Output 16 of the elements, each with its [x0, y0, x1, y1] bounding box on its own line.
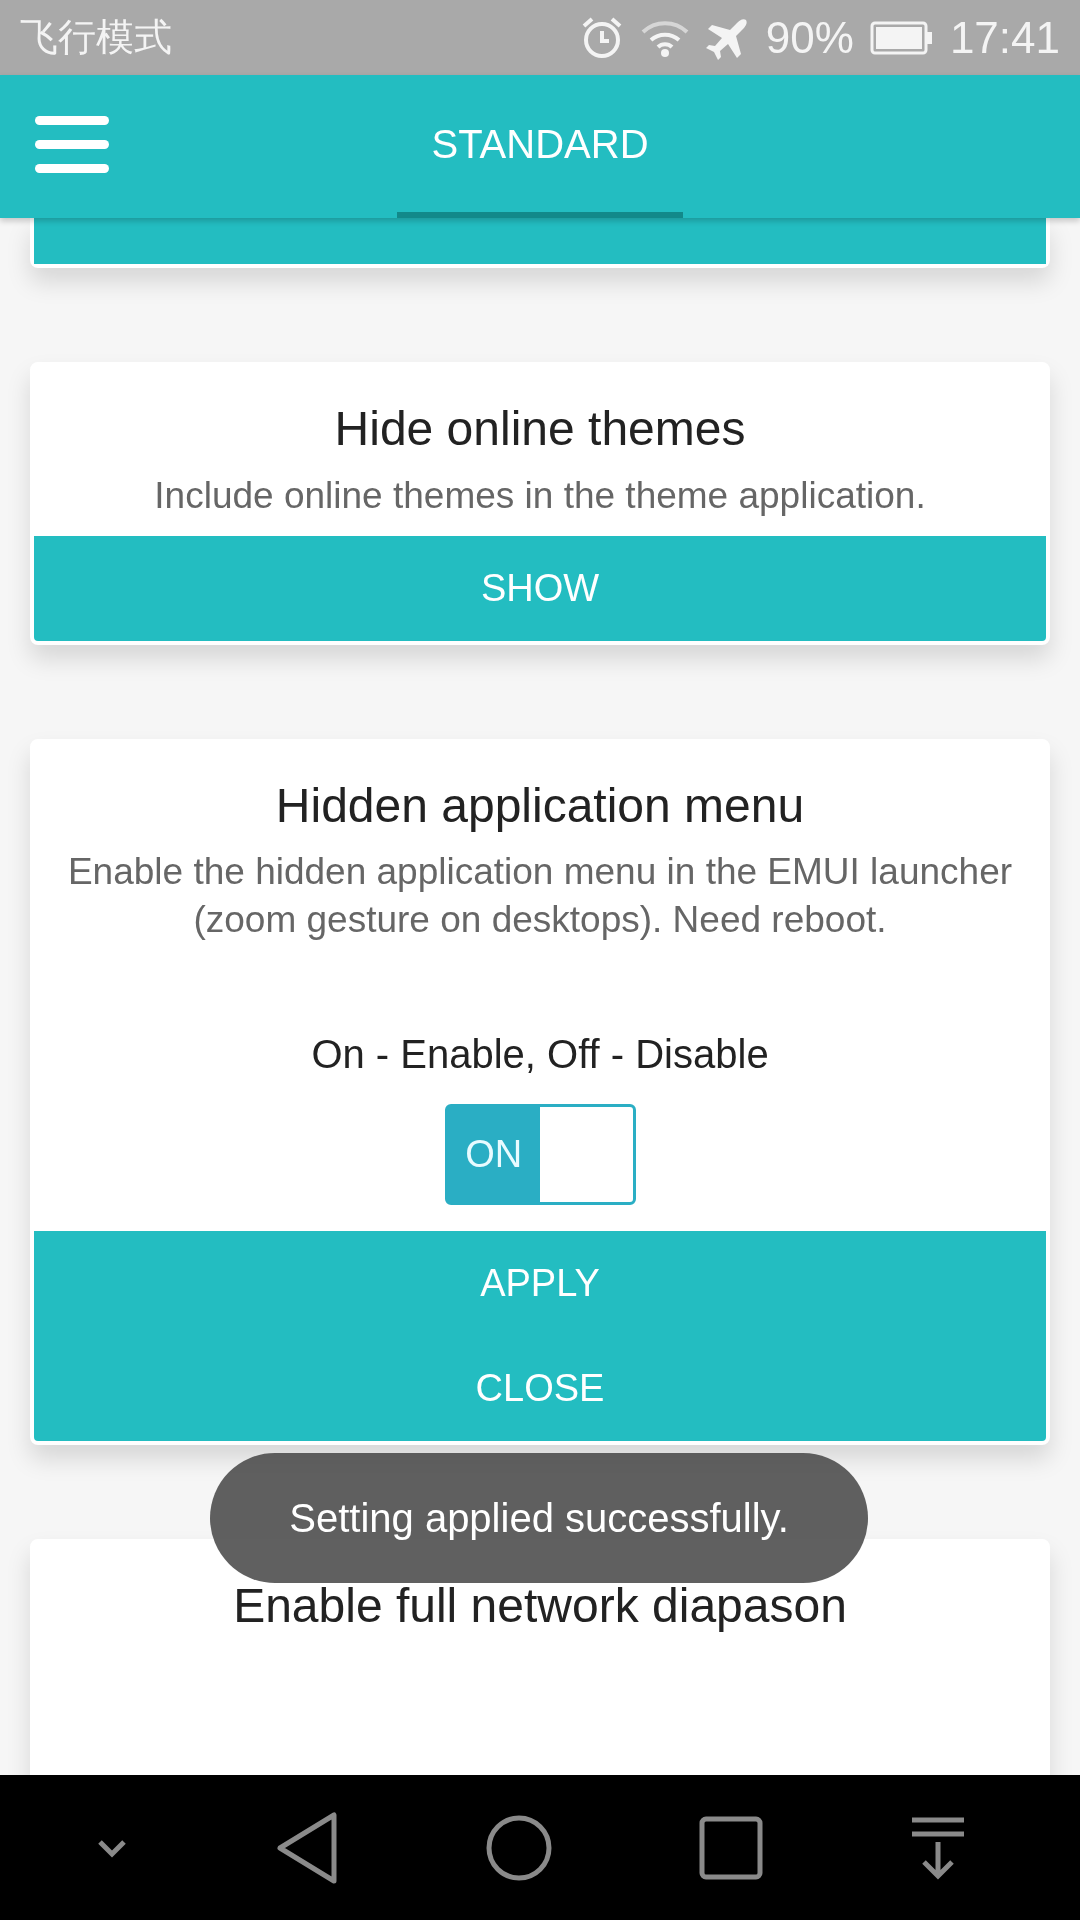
- card-title: Hide online themes: [333, 401, 747, 457]
- toast-message: Setting applied successfully.: [210, 1453, 868, 1583]
- toggle-switch[interactable]: ON: [444, 1104, 636, 1206]
- clock-time: 17:41: [949, 11, 1060, 64]
- battery-percent: 90%: [765, 11, 854, 64]
- recents-icon[interactable]: [698, 1814, 764, 1881]
- battery-icon: [869, 19, 934, 56]
- action-button[interactable]: SHOW: [34, 535, 1046, 641]
- card-description: Include online themes in the theme application.: [153, 473, 927, 518]
- card-title: Hidden application menu: [274, 777, 806, 834]
- action-button[interactable]: APPLY: [34, 1231, 1046, 1337]
- option-label: On - Enable, Off - Disable: [310, 1031, 770, 1079]
- status-text: 飞行模式: [20, 14, 172, 61]
- action-button[interactable]: CLOSE: [34, 1336, 1046, 1442]
- back-icon[interactable]: [276, 1810, 340, 1885]
- card-description: Enable the hidden application menu in the EMUI launcher (zoom gesture on desktops). Need reboot.: [66, 850, 1014, 943]
